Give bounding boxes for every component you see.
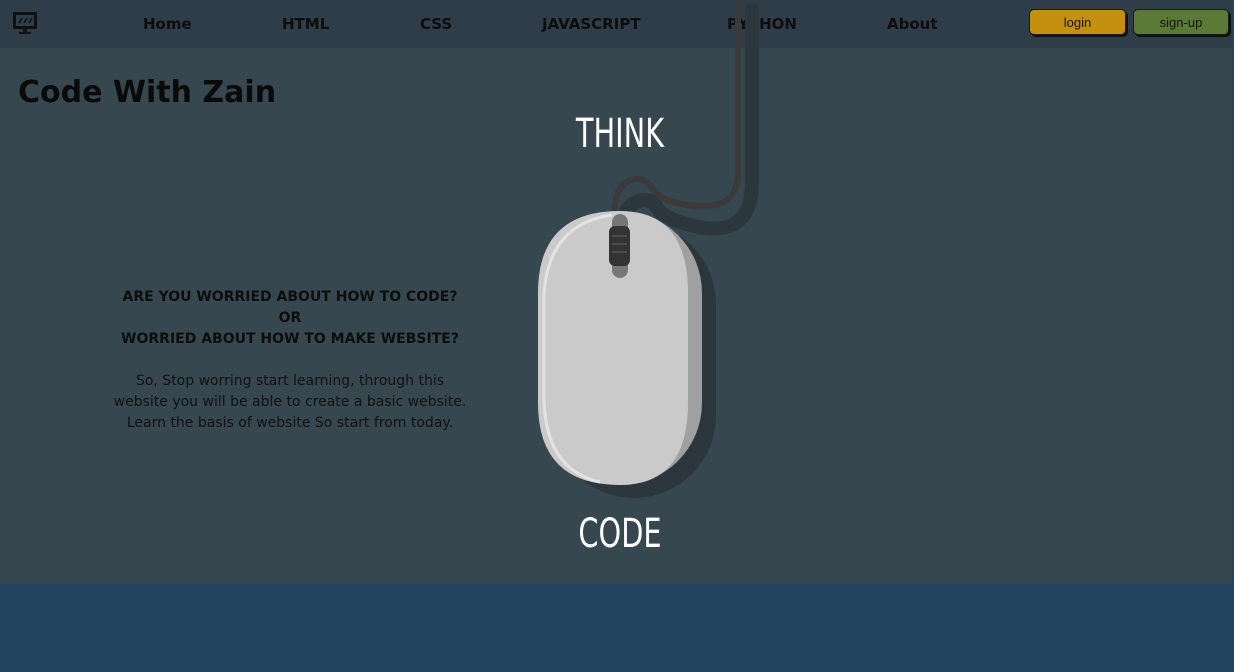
- description-line: Learn the basis of website So start from…: [126, 415, 454, 431]
- login-button[interactable]: login: [1029, 9, 1126, 35]
- code-word: CODE: [578, 511, 662, 557]
- tagline-line: ARE YOU WORRIED ABOUT HOW TO CODE?: [122, 289, 458, 305]
- tagline-line: OR: [278, 310, 302, 326]
- nav-link-html[interactable]: HTML: [282, 15, 329, 33]
- think-word: THINK: [575, 111, 665, 157]
- nav-link-about[interactable]: About: [887, 15, 938, 33]
- tagline-line: WORRIED ABOUT HOW TO MAKE WEBSITE?: [121, 331, 459, 347]
- signup-button[interactable]: sign-up: [1133, 9, 1229, 35]
- hero-tagline: ARE YOU WORRIED ABOUT HOW TO CODE? OR WO…: [80, 287, 500, 350]
- description-line: website you will be able to create a bas…: [113, 394, 467, 410]
- nav-link-home[interactable]: Home: [143, 15, 192, 33]
- nav-link-css[interactable]: CSS: [420, 15, 452, 33]
- hero-description: So, Stop worring start learning, through…: [80, 371, 500, 434]
- site-title: Code With Zain: [18, 75, 277, 110]
- monitor-icon[interactable]: [12, 10, 38, 36]
- computer-mouse-icon: [538, 0, 759, 498]
- description-line: So, Stop worring start learning, through…: [135, 373, 445, 389]
